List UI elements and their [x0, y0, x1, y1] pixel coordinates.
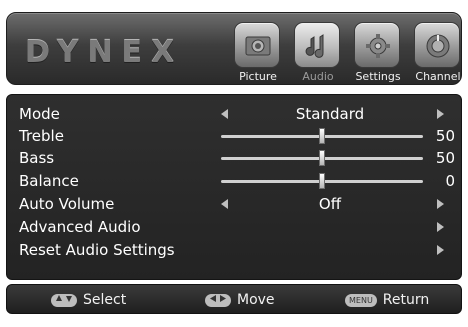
- bass-label: Bass: [19, 149, 55, 167]
- up-down-buttons-icon: [51, 293, 77, 307]
- picture-icon: [234, 22, 280, 68]
- brand-logo: DYNEX: [25, 35, 184, 70]
- menu-row-treble[interactable]: Treble 50: [19, 125, 459, 147]
- balance-value: 0: [445, 172, 455, 190]
- hint-move-label: Move: [237, 292, 275, 308]
- tab-channel[interactable]: Channel: [409, 19, 467, 85]
- mode-right-arrow-icon[interactable]: [437, 109, 444, 119]
- menu-row-mode[interactable]: Mode Standard: [19, 103, 459, 125]
- menu-key-icon: MENU: [345, 293, 377, 307]
- treble-label: Treble: [19, 127, 64, 145]
- auto-volume-label: Auto Volume: [19, 195, 115, 213]
- mode-left-arrow-icon[interactable]: [221, 109, 228, 119]
- auto-volume-left-arrow-icon[interactable]: [221, 199, 228, 209]
- bass-slider-thumb[interactable]: [319, 150, 325, 166]
- osd-header: DYNEX Picture Audio Settings Channel: [6, 12, 462, 85]
- tab-settings[interactable]: Settings: [349, 19, 407, 85]
- hint-select: Select: [51, 290, 126, 310]
- menu-row-reset-audio[interactable]: Reset Audio Settings: [19, 239, 459, 261]
- menu-row-bass[interactable]: Bass 50: [19, 147, 459, 169]
- advanced-audio-label: Advanced Audio: [19, 218, 141, 236]
- balance-slider-thumb[interactable]: [319, 173, 325, 189]
- tab-picture[interactable]: Picture: [229, 19, 287, 85]
- settings-icon: [354, 22, 400, 68]
- menu-row-auto-volume[interactable]: Auto Volume Off: [19, 193, 459, 215]
- audio-settings-panel: Mode Standard Treble 50 Bass 50 Balance …: [6, 94, 462, 280]
- tab-audio[interactable]: Audio: [289, 19, 347, 85]
- mode-value: Standard: [295, 105, 365, 123]
- menu-row-balance[interactable]: Balance 0: [19, 170, 459, 192]
- treble-value: 50: [435, 127, 455, 145]
- auto-volume-value: Off: [318, 195, 342, 213]
- channel-icon: [414, 22, 460, 68]
- balance-label: Balance: [19, 172, 79, 190]
- menu-row-advanced-audio[interactable]: Advanced Audio: [19, 216, 459, 238]
- reset-audio-label: Reset Audio Settings: [19, 241, 175, 259]
- treble-slider-thumb[interactable]: [319, 128, 325, 144]
- reset-audio-enter-arrow-icon[interactable]: [437, 245, 444, 255]
- tv-osd-screen: DYNEX Picture Audio Settings Channel Mod…: [0, 0, 468, 327]
- audio-icon: [294, 22, 340, 68]
- advanced-audio-enter-arrow-icon[interactable]: [437, 222, 444, 232]
- hint-return: MENU Return: [345, 290, 429, 310]
- tab-channel-label: Channel: [415, 70, 461, 83]
- osd-footer: Select Move MENU Return: [6, 284, 462, 314]
- bass-value: 50: [435, 149, 455, 167]
- hint-return-label: Return: [382, 292, 430, 308]
- mode-label: Mode: [19, 105, 60, 123]
- hint-move: Move: [205, 290, 275, 310]
- hint-select-label: Select: [83, 292, 127, 308]
- auto-volume-right-arrow-icon[interactable]: [437, 199, 444, 209]
- left-right-buttons-icon: [205, 293, 231, 307]
